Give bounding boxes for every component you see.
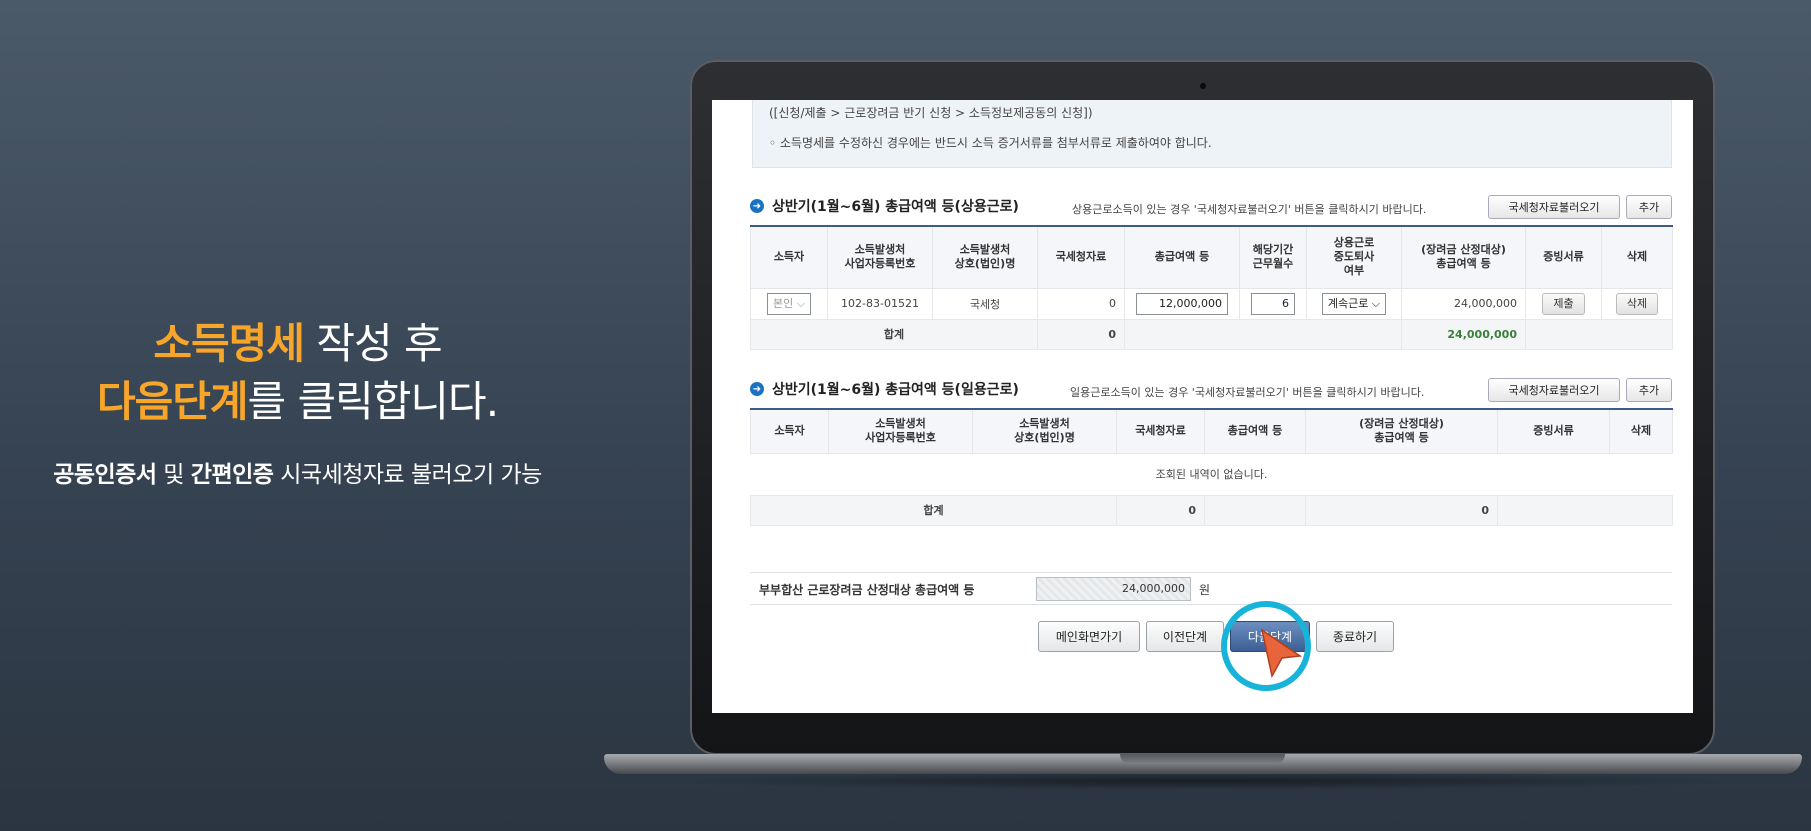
couple-total-unit: 원 — [1199, 583, 1211, 597]
col-header: 증빙서류 — [1525, 225, 1602, 289]
caption-sub-text-1: 및 — [156, 462, 191, 488]
col-header: 국세청자료 — [1116, 408, 1205, 454]
caption-sub-text-2: 시국세청자료 불러오기 가능 — [273, 462, 542, 488]
laptop-screen: ([신청/제출 > 근로장려금 반기 신청 > 소득정보제공동의 신청]) ◦ … — [712, 100, 1693, 713]
camera-icon — [1200, 83, 1206, 89]
section2-note: 일용근로소득이 있는 경우 '국세청자료불러오기' 버튼을 클릭하시기 바랍니다… — [1070, 386, 1425, 399]
delete-cell: 삭제 — [1601, 287, 1673, 320]
row-delete-button[interactable]: 삭제 — [1615, 292, 1659, 315]
section2-header-row: 소득자 소득발생처 사업자등록번호 소득발생처 상호(법인)명 국세청자료 총급여액… — [750, 408, 1673, 454]
empty-row: 조회된 내역이 없습니다. — [750, 452, 1673, 496]
caption-line-2: 다음단계를 클릭합니다. — [0, 373, 595, 431]
section1-title: ➜ 상반기(1월~6월) 총급여액 등(상용근로) — [750, 196, 1019, 216]
col-header: (장려금 산정대상) 총급여액 등 — [1305, 408, 1498, 454]
section2-title-text: 상반기(1월~6월) 총급여액 등(일용근로) — [772, 382, 1019, 398]
caption-subtitle: 공동인증서 및 간편인증 시국세청자료 불러오기 가능 — [0, 455, 595, 489]
arrow-bullet-icon: ➜ — [750, 382, 764, 396]
col-header: 소득발생처 상호(법인)명 — [972, 408, 1117, 454]
caption: 소득명세 작성 후 다음단계를 클릭합니다. 공동인증서 및 간편인증 시국세청… — [0, 315, 595, 489]
section2-sum-row: 합계 0 0 — [750, 494, 1673, 526]
section1-load-button[interactable]: 국세청자료불러오기 — [1488, 195, 1620, 219]
couple-total-row: 부부합산 근로장려금 산정대상 총급여액 등 24,000,000 원 — [750, 572, 1672, 605]
col-header: 소득발생처 상호(법인)명 — [932, 225, 1038, 289]
col-header: 소득발생처 사업자등록번호 — [828, 408, 973, 454]
arrow-bullet-icon: ➜ — [750, 199, 764, 213]
biz-name-cell: 국세청 — [932, 287, 1038, 320]
notice-warning: ◦ 소득명세를 수정하신 경우에는 반드시 소득 증거서류를 첨부서류로 제출하… — [769, 136, 1212, 150]
col-header: 상용근로 중도퇴사 여부 — [1306, 225, 1402, 289]
section1-table: 소득자 소득발생처 사업자등록번호 소득발생처 상호(법인)명 국세청자료 총급여액… — [750, 225, 1673, 350]
table-row: 본인 ⌵ 102-83-01521 국세청 0 12,000,000 6 계속근… — [750, 287, 1673, 320]
section2-load-button[interactable]: 국세청자료불러오기 — [1488, 378, 1620, 402]
col-header: 총급여액 등 — [1204, 408, 1306, 454]
cursor-pointer-icon — [1260, 628, 1303, 679]
total-pay-input[interactable]: 12,000,000 — [1124, 287, 1240, 320]
section2-title: ➜ 상반기(1월~6월) 총급여액 등(일용근로) — [750, 379, 1019, 399]
biz-no-cell: 102-83-01521 — [827, 287, 933, 320]
sum-label: 합계 — [750, 494, 1117, 526]
col-header: 국세청자료 — [1037, 225, 1125, 289]
section1-note: 상용근로소득이 있는 경우 '국세청자료불러오기' 버튼을 클릭하시기 바랍니다… — [1072, 203, 1427, 216]
sum-nts-amount: 0 — [1037, 318, 1125, 350]
notice-box: ([신청/제출 > 근로장려금 반기 신청 > 소득정보제공동의 신청]) ◦ … — [752, 100, 1672, 168]
caption-line-1: 소득명세 작성 후 — [0, 315, 595, 373]
caption-text-1: 작성 후 — [303, 319, 442, 368]
sum-eligible-pay: 24,000,000 — [1401, 318, 1526, 350]
couple-total-value: 24,000,000 — [1036, 577, 1191, 601]
nts-amount-cell: 0 — [1037, 287, 1125, 320]
earner-select[interactable]: 본인 ⌵ — [750, 287, 828, 320]
caption-sub-bold-2: 간편인증 — [190, 462, 274, 488]
col-header: 소득자 — [750, 225, 828, 289]
laptop-shadow — [660, 772, 1750, 790]
sum-eligible-pay: 0 — [1305, 494, 1498, 526]
laptop-notch — [1120, 754, 1285, 764]
empty-message: 조회된 내역이 없습니다. — [750, 452, 1673, 496]
prev-step-button[interactable]: 이전단계 — [1146, 621, 1224, 652]
section1-add-button[interactable]: 추가 — [1626, 195, 1672, 219]
sum-nts-amount: 0 — [1116, 494, 1205, 526]
main-screen-button[interactable]: 메인화면가기 — [1038, 621, 1140, 652]
col-header: 소득발생처 사업자등록번호 — [827, 225, 933, 289]
col-header: 증빙서류 — [1497, 408, 1610, 454]
col-header: 해당기간 근무월수 — [1239, 225, 1307, 289]
caption-highlight-2: 다음단계 — [96, 377, 249, 426]
caption-sub-bold-1: 공동인증서 — [53, 462, 157, 488]
sum-label: 합계 — [750, 318, 1038, 350]
caption-highlight-1: 소득명세 — [153, 319, 305, 368]
col-header: 소득자 — [750, 408, 829, 454]
col-header: 삭제 — [1609, 408, 1673, 454]
section2-add-button[interactable]: 추가 — [1626, 378, 1672, 402]
col-header: 총급여액 등 — [1124, 225, 1240, 289]
couple-total-label: 부부합산 근로장려금 산정대상 총급여액 등 — [759, 583, 975, 597]
caption-text-2: 를 클릭합니다. — [247, 377, 500, 426]
section1-title-text: 상반기(1월~6월) 총급여액 등(상용근로) — [772, 199, 1019, 215]
section1-sum-row: 합계 0 24,000,000 — [750, 318, 1673, 350]
notice-path: ([신청/제출 > 근로장려금 반기 신청 > 소득정보제공동의 신청]) — [769, 106, 1093, 120]
months-input[interactable]: 6 — [1239, 287, 1307, 320]
exit-button[interactable]: 종료하기 — [1316, 621, 1394, 652]
status-select[interactable]: 계속근로 ⌵ — [1306, 287, 1402, 320]
proof-submit-button[interactable]: 제출 — [1542, 292, 1585, 315]
col-header: (장려금 산정대상) 총급여액 등 — [1401, 225, 1526, 289]
col-header: 삭제 — [1601, 225, 1673, 289]
section1-header-row: 소득자 소득발생처 사업자등록번호 소득발생처 상호(법인)명 국세청자료 총급여액… — [750, 225, 1673, 289]
proof-cell: 제출 — [1525, 287, 1602, 320]
eligible-pay-cell: 24,000,000 — [1401, 287, 1526, 320]
section2-table: 소득자 소득발생처 사업자등록번호 소득발생처 상호(법인)명 국세청자료 총급여액… — [750, 408, 1673, 526]
